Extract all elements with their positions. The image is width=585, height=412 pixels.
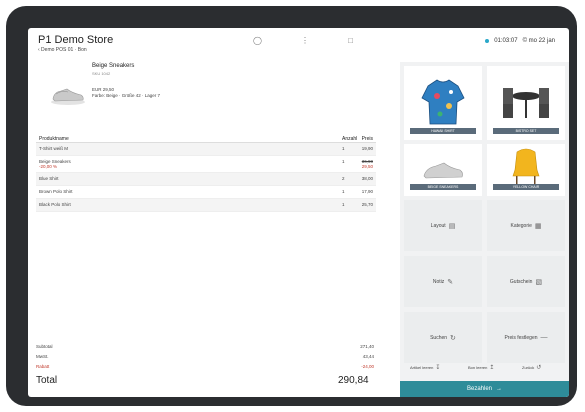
message-icon[interactable]: □ — [348, 37, 353, 45]
discount-value: -24,00 — [361, 364, 374, 369]
tax-label: MwSt. — [36, 354, 49, 359]
subtotal-value: 271,40 — [360, 344, 374, 349]
search-icon[interactable]: ◯ — [253, 37, 262, 45]
tax-value: 43,44 — [362, 354, 374, 359]
product-tile-beige-sneakers[interactable]: BEIGE SNEAKERS — [404, 144, 482, 196]
row-qty: 1 — [342, 146, 345, 151]
info-icon[interactable]: ⋮ — [301, 37, 309, 45]
search-label: Suchen — [430, 334, 448, 341]
row-price: 38,00 — [361, 176, 373, 181]
table-row[interactable]: Beige Sneakers -20,00 % 1 36,90 29,50 — [36, 156, 376, 173]
note-label: Notiz — [432, 278, 445, 285]
upload-icon: ↥ — [489, 365, 495, 371]
voucher-icon: ▧ — [535, 278, 543, 286]
pay-button[interactable]: Bezahlen → — [400, 381, 569, 397]
tile-caption: BEIGE SNEAKERS — [410, 184, 476, 190]
tax-row: MwSt. 43,44 — [36, 354, 374, 359]
store-title: P1 Demo Store — [38, 34, 114, 46]
clear-items-button[interactable]: Artikel leeren ↧ — [410, 364, 440, 371]
category-button[interactable]: Kategorie ▦ — [487, 200, 565, 251]
store-subtitle[interactable]: ‹ Demo POS 01 · Bon — [38, 47, 87, 53]
cart-table: Produktname Anzahl Preis T-Shirt weiß M … — [36, 133, 376, 212]
header-name: Produktname — [39, 136, 69, 142]
arrow-right-icon: → — [496, 386, 503, 392]
row-price: 29,50 — [361, 164, 373, 169]
grid-icon: ▦ — [534, 222, 542, 230]
subtotal-label: Subtotal — [36, 344, 53, 349]
total-label: Total — [36, 375, 58, 386]
row-qty: 1 — [342, 189, 345, 194]
table-row[interactable]: T-Shirt weiß M 1 19,90 — [36, 143, 376, 156]
table-row[interactable]: Blue Shirt 2 38,00 — [36, 173, 376, 186]
row-qty: 1 — [342, 202, 345, 207]
row-price: 17,90 — [361, 189, 373, 194]
status-time: 01:03:07 — [494, 38, 518, 44]
total-value: 290,84 — [338, 375, 369, 386]
product-sku: SKU 1042 — [92, 71, 111, 76]
product-tile-yellow-chair[interactable]: YELLOW CHAIR — [487, 144, 565, 196]
set-price-button[interactable]: Preis festlegen — — [487, 312, 565, 363]
row-qty: 2 — [342, 176, 345, 181]
row-name: Black Polo Shirt — [39, 202, 71, 207]
pay-label: Bezahlen — [466, 386, 493, 392]
clear-items-label: Artikel leeren — [410, 365, 434, 370]
product-tile-hawaii-shirt[interactable]: HAWAII SHIRT — [404, 66, 482, 140]
category-label: Kategorie — [510, 222, 532, 229]
table-row[interactable]: Brown Polo Shirt 1 17,90 — [36, 186, 376, 199]
status-user[interactable]: © mo 22 jan — [523, 38, 555, 44]
back-button[interactable]: Zurück ↺ — [522, 364, 541, 371]
voucher-button[interactable]: Gutschein ▧ — [487, 256, 565, 307]
row-price: 25,70 — [361, 202, 373, 207]
row-name: Blue Shirt — [39, 176, 59, 181]
table-row[interactable]: Black Polo Shirt 1 25,70 — [36, 199, 376, 212]
voucher-label: Gutschein — [509, 278, 533, 285]
layout-icon: ▤ — [448, 222, 456, 230]
trash-icon: ↧ — [435, 365, 441, 371]
refresh-icon: ↻ — [450, 334, 456, 342]
edit-icon: ✎ — [447, 278, 454, 286]
row-discount-note: -20,00 % — [39, 164, 58, 169]
top-toolbar: ◯ ⋮ □ — [253, 37, 353, 45]
subtotal-row: Subtotal 271,40 — [36, 344, 374, 349]
status-bar: 01:03:07 © mo 22 jan — [485, 38, 555, 44]
set-price-label: Preis festlegen — [504, 334, 538, 341]
row-name: T-Shirt weiß M — [39, 146, 69, 151]
clear-receipt-button[interactable]: Bon leeren ↥ — [468, 364, 494, 371]
layout-label: Layout — [430, 222, 446, 229]
back-label: Zurück — [522, 365, 535, 370]
discount-row: Rabatt -24,00 — [36, 364, 374, 369]
sneaker-image — [51, 88, 85, 105]
product-tile-bistro-set[interactable]: BISTRO SET — [487, 66, 565, 140]
tile-caption: YELLOW CHAIR — [493, 184, 559, 190]
circle-arrow-icon: ↺ — [536, 365, 542, 371]
product-name: Beige Sneakers — [92, 63, 135, 69]
product-price: EUR 29,50 — [92, 87, 115, 92]
tablet-frame: P1 Demo Store ‹ Demo POS 01 · Bon ◯ ⋮ □ … — [6, 6, 577, 406]
table-header: Produktname Anzahl Preis — [36, 133, 376, 143]
row-name-block: Beige Sneakers -20,00 % — [39, 159, 71, 169]
row-price: 19,90 — [361, 146, 373, 151]
layout-button[interactable]: Layout ▤ — [404, 200, 482, 251]
discount-label: Rabatt — [36, 364, 50, 369]
pos-screen: P1 Demo Store ‹ Demo POS 01 · Bon ◯ ⋮ □ … — [28, 28, 569, 397]
header-price: Preis — [361, 136, 373, 142]
tile-caption: HAWAII SHIRT — [410, 128, 476, 134]
row-qty: 1 — [342, 159, 345, 164]
menu-icon: — — [540, 334, 548, 341]
product-details: Farbe: Beige · Größe 42 · Lager 7 — [92, 93, 161, 98]
row-name: Brown Polo Shirt — [39, 189, 73, 194]
connection-dot — [485, 39, 490, 43]
header-qty: Anzahl — [342, 136, 358, 142]
clear-receipt-label: Bon leeren — [468, 365, 488, 370]
row-price-block: 36,90 29,50 — [362, 159, 373, 169]
tile-caption: BISTRO SET — [493, 128, 559, 134]
right-panel: HAWAII SHIRT BISTRO SET BEIGE SNEAKERS Y… — [400, 62, 569, 397]
note-button[interactable]: Notiz ✎ — [404, 256, 482, 307]
search-button[interactable]: Suchen ↻ — [404, 312, 482, 363]
